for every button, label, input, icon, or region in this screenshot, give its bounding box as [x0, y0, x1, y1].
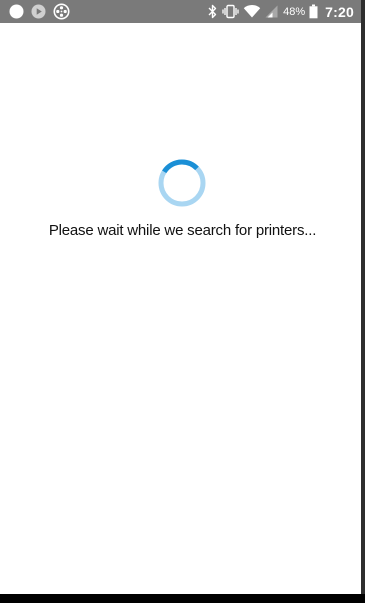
screen-edge [361, 0, 365, 603]
wifi-icon [243, 4, 261, 18]
vibrate-icon [222, 4, 239, 19]
navigation-bar [0, 594, 365, 603]
status-bar-clock: 7:20 [325, 3, 354, 20]
printer-search-screen [0, 23, 361, 594]
loading-spinner-icon [158, 159, 206, 207]
status-bar-system: 48% 7:20 [207, 0, 354, 23]
battery-percent: 48% [283, 5, 306, 18]
cell-signal-icon [265, 5, 278, 18]
status-bar: 48% 7:20 [0, 0, 361, 23]
film-reel-icon [53, 3, 70, 20]
status-bar-notifications [9, 0, 70, 23]
phone-screen: 48% 7:20 Please wait while we search for… [0, 0, 365, 603]
play-store-icon [31, 4, 46, 19]
loading-message: Please wait while we search for printers… [48, 222, 317, 239]
bluetooth-icon [208, 4, 217, 19]
notification-dot-icon [9, 4, 24, 19]
battery-icon [309, 4, 318, 19]
